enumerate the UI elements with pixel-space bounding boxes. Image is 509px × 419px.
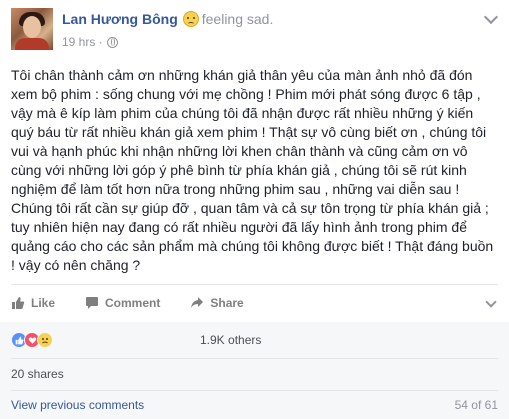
chevron-down-icon[interactable] <box>485 296 497 308</box>
author-avatar[interactable] <box>11 8 53 50</box>
post-header: Lan Hương Bông feeling sad. 19 hrs · <box>0 0 509 58</box>
author-line: Lan Hương Bông feeling sad. <box>62 9 273 29</box>
divider <box>11 390 498 391</box>
comment-label: Comment <box>105 296 161 310</box>
view-previous-comments-link[interactable]: View previous comments <box>11 398 144 412</box>
author-name[interactable]: Lan Hương Bông <box>62 11 178 27</box>
post-timestamp[interactable]: 19 hrs · <box>62 35 103 49</box>
like-button[interactable]: Like <box>11 296 55 310</box>
post-text: Tôi chân thành cảm ơn những khán giả thâ… <box>11 67 494 273</box>
thumbs-up-icon <box>12 297 25 309</box>
share-arrow-icon <box>191 297 204 308</box>
divider <box>11 358 498 359</box>
feeling-text: feeling sad. <box>201 11 274 27</box>
share-label: Share <box>210 296 244 310</box>
speech-bubble-icon <box>86 297 99 309</box>
share-button[interactable]: Share <box>190 296 244 310</box>
globe-icon[interactable] <box>106 36 118 48</box>
post-meta: 19 hrs · <box>62 34 118 50</box>
action-bar: Like Comment Share <box>11 291 498 315</box>
comment-button[interactable]: Comment <box>85 296 160 310</box>
facebook-post: Lan Hương Bông feeling sad. 19 hrs · Tôi… <box>0 0 509 419</box>
reactions-count[interactable]: 1.9K others <box>200 333 261 347</box>
shares-count[interactable]: 20 shares <box>11 367 64 381</box>
chevron-down-icon[interactable] <box>483 9 499 25</box>
divider <box>11 284 498 285</box>
sad-reaction-icon <box>37 332 53 348</box>
reactions-row[interactable]: 1.9K others <box>11 329 261 351</box>
comment-count: 54 of 61 <box>454 398 498 412</box>
sad-emoji-icon <box>182 11 199 27</box>
like-label: Like <box>31 296 56 310</box>
